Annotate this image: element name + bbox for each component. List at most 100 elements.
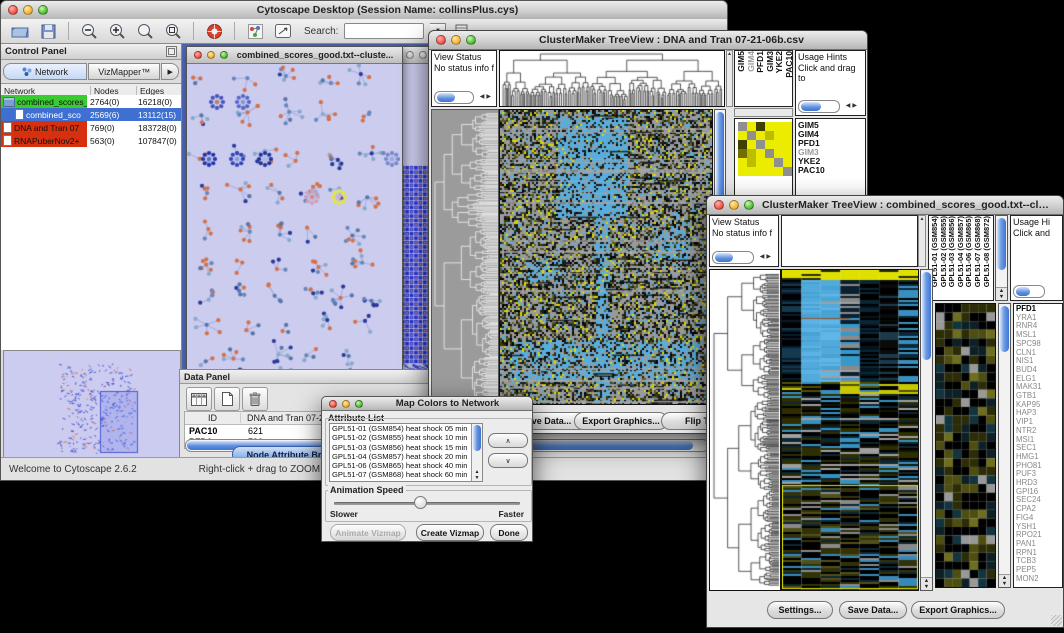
attribute-item[interactable]: GPL51-06 (GSM865) heat shock 40 min xyxy=(330,461,482,470)
tab-network[interactable]: Network xyxy=(3,63,87,80)
scrollbar-thumb[interactable] xyxy=(997,218,1006,270)
dialog-titlebar[interactable]: Map Colors to Network xyxy=(322,397,532,411)
annotation-button[interactable] xyxy=(272,21,294,41)
close-button[interactable] xyxy=(329,400,337,408)
zoom-button[interactable] xyxy=(744,200,754,210)
scrollbar-thumb[interactable] xyxy=(922,272,931,360)
close-button[interactable] xyxy=(8,5,18,15)
minimize-button[interactable] xyxy=(23,5,33,15)
help-button[interactable] xyxy=(203,21,225,41)
row-dendrogram[interactable] xyxy=(709,269,781,591)
save-session-button[interactable] xyxy=(37,21,59,41)
scrollbar-thumb[interactable] xyxy=(473,425,481,451)
col-labels-scrollbar[interactable]: ▲▼ xyxy=(995,215,1008,301)
zoom-panel-scroll-strip[interactable] xyxy=(734,108,793,117)
vizmapper-button[interactable] xyxy=(244,21,266,41)
scroll-right-icon[interactable]: ▶ xyxy=(766,254,773,260)
attribute-item[interactable]: GPL51-02 (GSM855) heat shock 10 min xyxy=(330,433,482,442)
column-dendrogram-panel[interactable] xyxy=(781,215,918,267)
minimize-button[interactable] xyxy=(342,400,350,408)
column-header-network[interactable]: Network xyxy=(1,86,91,96)
splitter-strip[interactable]: ▲ xyxy=(918,215,926,267)
row-dendrogram-canvas[interactable] xyxy=(710,270,780,590)
open-session-button[interactable] xyxy=(9,21,31,41)
search-input[interactable] xyxy=(344,23,424,39)
export-graphics-button[interactable]: Export Graphics... xyxy=(911,601,1005,619)
network-row[interactable]: combined_sco2569(6)13112(15) xyxy=(1,108,181,121)
network-row[interactable]: RNAPuberNov2+563(0)107847(0) xyxy=(1,134,181,147)
attribute-item[interactable]: GPL51-01 (GSM854) heat shock 05 min xyxy=(330,424,482,433)
row-dendrogram-canvas[interactable] xyxy=(432,110,498,404)
tab-vizmapper[interactable]: VizMapper™ xyxy=(88,63,160,80)
select-attributes-button[interactable] xyxy=(186,387,212,411)
float-panel-icon[interactable] xyxy=(166,46,177,57)
save-data-button[interactable]: Save Data... xyxy=(839,601,907,619)
zoom-button[interactable] xyxy=(38,5,48,15)
settings-button[interactable]: Settings... xyxy=(767,601,833,619)
attribute-list-scrollbar[interactable]: ▲▼ xyxy=(471,424,482,481)
main-titlebar[interactable]: Cytoscape Desktop (Session Name: collins… xyxy=(1,1,727,20)
scroll-down-icon[interactable]: ▼ xyxy=(1002,581,1007,587)
resize-grip[interactable] xyxy=(1051,615,1062,626)
scroll-down-icon[interactable]: ▼ xyxy=(999,294,1004,300)
attribute-list[interactable]: GPL51-01 (GSM854) heat shock 05 minGPL51… xyxy=(329,423,483,482)
global-heatmap-canvas[interactable] xyxy=(782,270,918,590)
slider-thumb[interactable] xyxy=(414,496,427,509)
minimize-button[interactable] xyxy=(207,51,215,59)
zoom-heatmap[interactable] xyxy=(935,303,996,588)
global-heatmap[interactable] xyxy=(781,269,919,591)
treeview2-titlebar[interactable]: ClusterMaker TreeView : combined_scores_… xyxy=(707,196,1063,215)
zoom-heatmap-canvas[interactable] xyxy=(936,304,995,587)
global-heatmap-canvas[interactable] xyxy=(500,110,712,404)
animation-speed-slider[interactable] xyxy=(334,502,520,505)
scroll-right-icon[interactable]: ▶ xyxy=(852,103,859,109)
treeview1-titlebar[interactable]: ClusterMaker TreeView : DNA and Tran 07-… xyxy=(429,31,867,50)
column-dendrogram[interactable] xyxy=(499,50,725,107)
column-dendrogram-canvas[interactable] xyxy=(500,51,724,106)
scroll-up-icon[interactable]: ▲ xyxy=(727,51,732,57)
network-view-canvas[interactable] xyxy=(187,64,400,375)
close-button[interactable] xyxy=(194,51,202,59)
delete-attribute-button[interactable] xyxy=(242,387,268,411)
scrollbar-thumb[interactable] xyxy=(1000,306,1009,352)
animate-vizmap-button[interactable]: Animate Vizmap xyxy=(330,524,406,541)
scroll-right-icon[interactable]: ▶ xyxy=(486,94,493,100)
scroll-up-icon[interactable]: ▲ xyxy=(920,216,925,222)
attribute-item[interactable]: GPL51-03 (GSM856) heat shock 15 min xyxy=(330,443,482,452)
attribute-item[interactable]: GPL51-04 (GSM857) heat shock 20 min xyxy=(330,452,482,461)
done-button[interactable]: Done xyxy=(490,524,528,541)
scroll-down-icon[interactable]: ▼ xyxy=(475,475,480,481)
network-view-window[interactable]: combined_scores_good.txt--cluste... xyxy=(186,46,403,377)
network-row[interactable]: combined_scores_2764(0)16218(0) xyxy=(1,95,181,108)
network-window-titlebar[interactable]: combined_scores_good.txt--cluste... xyxy=(187,47,402,64)
network-overview-panel[interactable] xyxy=(3,350,181,458)
column-header-id[interactable]: ID xyxy=(185,413,241,423)
new-attribute-button[interactable] xyxy=(214,387,240,411)
close-button[interactable] xyxy=(406,51,414,59)
move-up-button[interactable]: ∧ xyxy=(488,433,528,448)
create-vizmap-button[interactable]: Create Vizmap xyxy=(416,524,484,541)
overview-canvas[interactable] xyxy=(4,351,178,455)
minimize-button[interactable] xyxy=(451,35,461,45)
network-row[interactable]: DNA and Tran 07769(0)183728(0) xyxy=(1,121,181,134)
export-graphics-button[interactable]: Export Graphics... xyxy=(574,412,668,430)
column-header-edges[interactable]: Edges xyxy=(137,86,181,96)
gene-list-scrollbar[interactable]: ▲▼ xyxy=(998,303,1011,588)
global-heatmap[interactable] xyxy=(499,109,713,405)
zoom-out-button[interactable] xyxy=(78,21,100,41)
scrollbar-thumb[interactable] xyxy=(1016,287,1030,296)
zoom-button[interactable] xyxy=(355,400,363,408)
tv1-mini-heatmap[interactable] xyxy=(738,122,792,176)
close-button[interactable] xyxy=(714,200,724,210)
close-button[interactable] xyxy=(436,35,446,45)
scrollbar-thumb[interactable] xyxy=(437,93,455,102)
row-dendrogram[interactable] xyxy=(431,109,499,405)
view-status-scrollbar[interactable]: ◀▶ xyxy=(434,91,474,104)
view-status-scrollbar[interactable]: ◀▶ xyxy=(712,251,754,264)
column-header-nodes[interactable]: Nodes xyxy=(91,86,137,96)
zoom-button[interactable] xyxy=(466,35,476,45)
scrollbar-thumb[interactable] xyxy=(715,253,733,262)
scrollbar-thumb[interactable] xyxy=(801,102,821,111)
tab-overflow-button[interactable]: ▶ xyxy=(161,63,179,80)
move-down-button[interactable]: ∨ xyxy=(488,453,528,468)
